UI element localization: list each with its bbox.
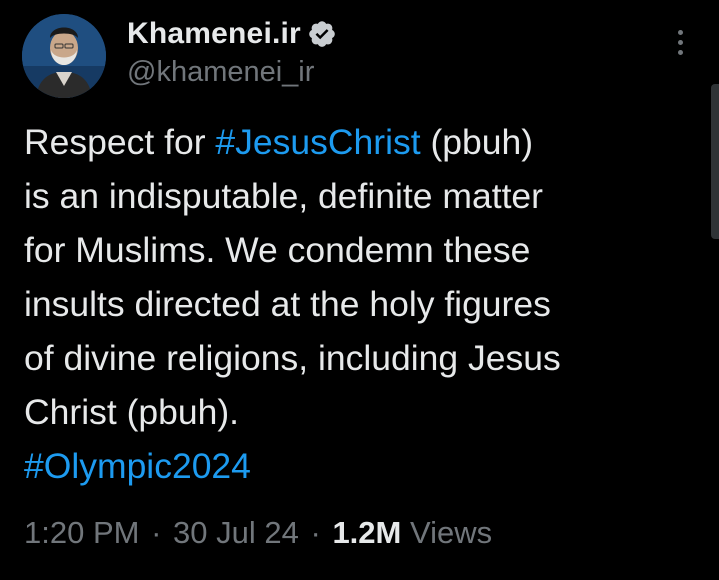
more-options-icon[interactable] [670,30,690,70]
tweet-text-segment: is an indisputable, definite matter [24,176,543,216]
views-label: Views [409,515,493,550]
avatar[interactable] [22,14,106,98]
scrollbar[interactable] [711,84,719,239]
author-name-row: Khamenei.ir [127,14,337,54]
views-count[interactable]: 1.2M [332,515,401,550]
hashtag-link[interactable]: #JesusChrist [215,122,420,162]
tweet-text-segment: insults directed at the holy figures [24,284,551,324]
tweet-line: #Olympic2024 [24,439,704,493]
tweet-meta: 1:20 PM · 30 Jul 24 · 1.2M Views [24,515,492,551]
profile-photo-icon [22,14,106,98]
tweet-time[interactable]: 1:20 PM [24,515,139,550]
meta-separator: · [151,515,162,550]
display-name[interactable]: Khamenei.ir [127,17,301,51]
tweet-text-segment: Christ (pbuh). [24,392,240,432]
tweet-line: Christ (pbuh). [24,385,704,439]
tweet-text-segment: Respect for [24,122,216,162]
tweet-line: is an indisputable, definite matter [24,169,704,223]
tweet-text-segment: for Muslims. We condemn these [24,230,531,270]
tweet-text: Respect for #JesusChrist (pbuh) is an ind… [24,115,704,493]
tweet-line: insults directed at the holy figures [24,277,704,331]
tweet-text-segment: of divine religions, including Jesus [24,338,561,378]
tweet-line: Respect for #JesusChrist (pbuh) [24,115,704,169]
tweet-text-segment: (pbuh) [420,122,534,162]
author-handle[interactable]: @khamenei_ir [127,56,314,89]
verified-badge-icon [309,21,335,47]
hashtag-link[interactable]: #Olympic2024 [24,446,251,486]
tweet-line: of divine religions, including Jesus [24,331,704,385]
meta-separator: · [310,515,321,550]
tweet-date[interactable]: 30 Jul 24 [173,515,299,550]
tweet-line: for Muslims. We condemn these [24,223,704,277]
